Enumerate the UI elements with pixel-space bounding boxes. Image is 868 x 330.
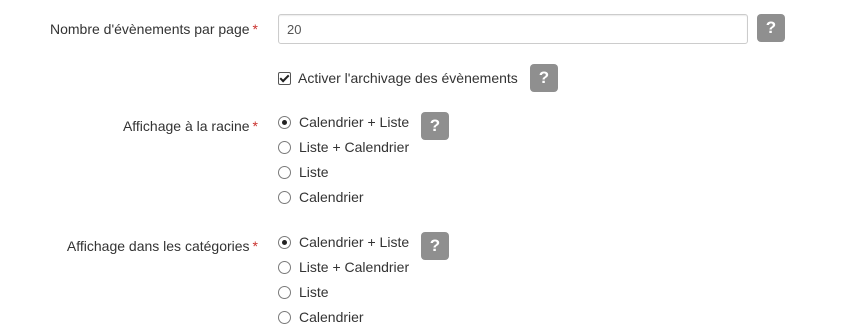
archive-option[interactable]: Activer l'archivage des évènements xyxy=(278,68,518,88)
events-per-page-help-icon[interactable]: ? xyxy=(757,14,785,42)
root-display-option[interactable]: Liste xyxy=(278,162,329,182)
root-display-radio[interactable] xyxy=(278,190,291,204)
required-marker: * xyxy=(252,118,258,134)
root-display-radio[interactable] xyxy=(278,140,291,154)
category-display-option-label: Calendrier xyxy=(299,309,364,325)
category-display-radio[interactable] xyxy=(278,260,291,274)
root-display-help-icon[interactable]: ? xyxy=(421,112,449,140)
root-display-option-label: Calendrier + Liste xyxy=(299,114,410,130)
required-marker: * xyxy=(252,238,258,254)
root-display-radio[interactable] xyxy=(278,165,291,179)
archive-checkbox[interactable] xyxy=(278,71,291,85)
category-display-option[interactable]: Liste + Calendrier xyxy=(278,257,409,277)
archive-help-icon[interactable]: ? xyxy=(530,64,558,92)
root-display-option-label: Liste xyxy=(299,164,329,180)
root-display-option[interactable]: Calendrier xyxy=(278,187,364,207)
archive-label: Activer l'archivage des évènements xyxy=(298,70,518,86)
category-display-option-label: Calendrier + Liste xyxy=(299,234,410,250)
category-display-radio[interactable] xyxy=(278,310,291,324)
category-display-radio[interactable] xyxy=(278,285,291,299)
category-display-label-text: Affichage dans les catégories xyxy=(66,238,250,254)
root-display-option-label: Liste + Calendrier xyxy=(299,139,410,155)
category-display-radio[interactable] xyxy=(278,235,291,249)
category-display-label: Affichage dans les catégories * xyxy=(67,236,258,256)
root-display-label: Affichage à la racine * xyxy=(123,116,258,136)
root-display-radio[interactable] xyxy=(278,115,291,129)
root-display-option-label: Calendrier xyxy=(299,189,364,205)
events-per-page-label: Nombre d'évènements par page * xyxy=(50,19,258,39)
category-display-option[interactable]: Calendrier + Liste xyxy=(278,232,409,252)
root-display-label-text: Affichage à la racine xyxy=(122,118,250,134)
category-display-option-label: Liste xyxy=(299,284,329,300)
events-per-page-label-text: Nombre d'évènements par page xyxy=(49,21,250,37)
root-display-option[interactable]: Calendrier + Liste xyxy=(278,112,409,132)
events-per-page-input[interactable] xyxy=(278,14,748,44)
category-display-help-icon[interactable]: ? xyxy=(421,232,449,260)
root-display-option[interactable]: Liste + Calendrier xyxy=(278,137,409,157)
category-display-option-label: Liste + Calendrier xyxy=(299,259,410,275)
category-display-option[interactable]: Liste xyxy=(278,282,329,302)
category-display-option[interactable]: Calendrier xyxy=(278,307,364,327)
required-marker: * xyxy=(252,21,258,37)
